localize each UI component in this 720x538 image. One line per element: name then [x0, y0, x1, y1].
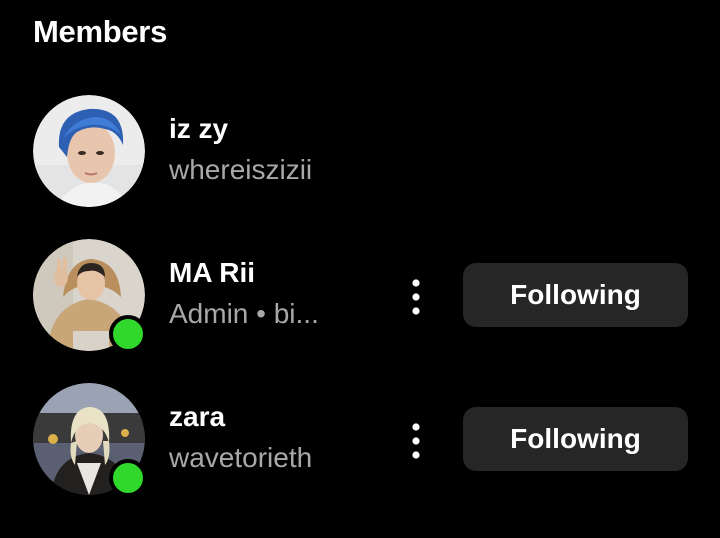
member-name: iz zy [169, 113, 229, 144]
following-button[interactable]: Following [463, 263, 688, 327]
more-vertical-icon[interactable] [398, 275, 434, 319]
avatar-image-izzy [33, 95, 145, 207]
members-title: Members [33, 14, 168, 49]
member-name: zara [169, 401, 226, 432]
following-button[interactable]: Following [463, 407, 688, 471]
member-username: whereiszizii [169, 154, 313, 185]
member-row-ma-rii[interactable]: MA Rii Admin • bi... Following [0, 239, 720, 353]
online-status-icon [109, 315, 147, 353]
online-status-icon [109, 459, 147, 497]
avatar[interactable] [33, 383, 147, 497]
member-row-izzy[interactable]: iz zy whereiszizii [0, 95, 720, 207]
avatar[interactable] [33, 239, 147, 353]
member-name: MA Rii [169, 257, 256, 288]
avatar[interactable] [33, 95, 145, 207]
member-role: Admin • bi... [169, 298, 319, 329]
member-username: wavetorieth [169, 442, 313, 473]
more-vertical-icon[interactable] [398, 419, 434, 463]
member-row-zara[interactable]: zara wavetorieth Following [0, 383, 720, 497]
